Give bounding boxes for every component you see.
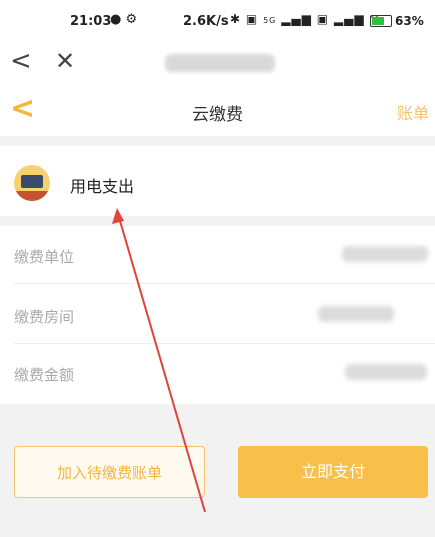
form-row-room[interactable]: 缴费房间 xyxy=(0,286,435,344)
form-value-unit-blurred xyxy=(342,246,428,262)
battery-icon xyxy=(370,15,392,27)
browser-close-icon[interactable]: ✕ xyxy=(55,48,75,74)
network-speed: 2.6K/s xyxy=(183,14,229,29)
bluetooth-icon: ✱ xyxy=(230,12,242,26)
browser-back-icon[interactable]: < xyxy=(10,48,32,74)
add-to-pending-bills-button[interactable]: 加入待缴费账单 xyxy=(14,446,205,498)
page-title: 云缴费 xyxy=(192,105,243,125)
signal-bars-icon: ▂▄▆ xyxy=(281,12,312,26)
form-label-amount: 缴费金额 xyxy=(14,366,75,384)
signal-bars-icon-2: ▂▄▆ xyxy=(333,12,365,26)
row-divider xyxy=(14,283,435,284)
payment-form: 缴费单位 缴费房间 缴费金额 xyxy=(0,226,435,404)
form-value-amount-blurred xyxy=(345,364,427,380)
form-row-amount[interactable]: 缴费金额 xyxy=(0,344,435,402)
form-label-unit: 缴费单位 xyxy=(14,248,75,266)
computer-screen-shape xyxy=(21,175,43,188)
computer-icon xyxy=(14,165,50,201)
form-row-unit[interactable]: 缴费单位 xyxy=(0,226,435,284)
signal-5g-label: 5G xyxy=(263,16,277,25)
status-time: 21:03 xyxy=(70,14,112,29)
app-header: < 云缴费 账单 xyxy=(0,84,435,137)
hd-icon: ▣ xyxy=(245,12,259,26)
payment-item-card[interactable]: 用电支出 xyxy=(0,146,435,216)
pay-now-button[interactable]: 立即支付 xyxy=(238,446,428,498)
battery: 63% xyxy=(370,14,424,28)
status-signal-icons: ✱ ▣ 5G ▂▄▆ ▣ ▂▄▆ ◠ xyxy=(230,12,381,26)
form-label-room: 缴费房间 xyxy=(14,308,75,326)
payment-item-label: 用电支出 xyxy=(70,177,135,196)
form-value-room-blurred xyxy=(318,306,394,322)
status-notification-icons: ● ⚙ xyxy=(110,12,137,27)
hd-icon-2: ▣ xyxy=(316,12,330,26)
gear-icon: ⚙ xyxy=(125,12,138,27)
status-bar: 21:03 ● ⚙ 2.6K/s ✱ ▣ 5G ▂▄▆ ▣ ▂▄▆ ◠ 63% xyxy=(0,0,435,42)
blurred-page-title xyxy=(165,54,275,72)
battery-percent: 63% xyxy=(395,14,424,28)
chat-icon: ● xyxy=(110,12,122,27)
computer-base-shape xyxy=(14,191,50,201)
bills-link[interactable]: 账单 xyxy=(397,100,429,124)
browser-toolbar: < ✕ xyxy=(0,42,435,84)
